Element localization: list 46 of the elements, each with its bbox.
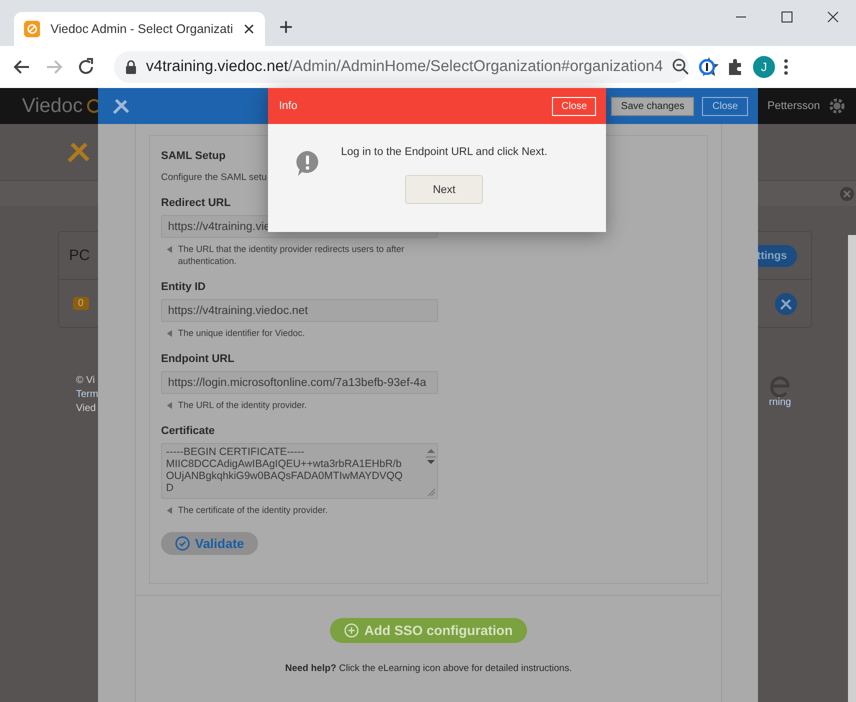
certificate-field[interactable]: -----BEGIN CERTIFICATE----- MIIC8DCCAdigAwIBAgIQEU++wta3rbRA1EHbR/b OUjANBgkqhkiG9w0BAQsFADA0MTIwMAYDVQQ D [161,443,438,499]
settings-icon[interactable] [828,97,846,115]
field-hint: The URL that the identity provider redirects users to after authentication. [178,243,406,267]
save-button[interactable]: Save changes [611,96,694,116]
elearning-link[interactable]: rning [768,397,792,408]
field-hint: The URL of the identity provider. [178,399,307,411]
field-hint: The unique identifier for Viedoc. [178,327,305,339]
field-label: Certificate [161,425,215,437]
app-logo-icon [24,20,40,38]
field-label: Endpoint URL [161,353,234,365]
section-hint: Configure the SAML setu [161,172,267,183]
footer-text: © Vi [76,375,96,386]
field-label: Redirect URL [161,197,231,209]
dialog-message: Log in to the Endpoint URL and click Next. [341,146,548,158]
caret-icon [167,330,172,337]
next-button[interactable]: Next [405,175,484,204]
new-tab-button[interactable]: + [273,14,300,42]
caret-icon [167,507,172,514]
lock-icon [124,59,138,75]
text-field[interactable]: https://login.microsoftonline.com/7a13befb-93ef-4a [161,371,438,394]
dialog-title: Info [279,100,298,112]
tab-title: Viedoc Admin - Select Organizati [50,22,233,36]
field-hint: The certificate of the identity provider. [178,504,328,516]
plus-circle-icon [344,623,360,638]
close-icon[interactable] [243,23,255,35]
scrollbar[interactable] [848,235,856,702]
profile-avatar[interactable]: J [753,56,775,78]
close-button[interactable]: Close [702,96,748,116]
close-button[interactable]: Close [552,96,596,116]
user-name[interactable]: Pettersson [767,100,820,112]
browser-tab[interactable]: Viedoc Admin - Select Organizati [14,12,265,46]
menu-icon[interactable] [783,57,789,77]
zoom-out-icon[interactable] [670,57,691,77]
text-field[interactable]: https://v4training.viedoc.net [161,299,438,322]
app-logo[interactable]: Viedoc [22,94,83,118]
help-text: Need help? Click the eLearning icon above for detailed instructions. [285,663,572,674]
footer-text: Vied [76,403,97,414]
footer-link[interactable]: Term [76,389,98,400]
card-title: PC [69,247,90,264]
section-title: SAML Setup [161,150,226,162]
field-label: Entity ID [161,281,206,293]
caret-icon [167,246,172,253]
count-badge: 0 [73,297,89,310]
caret-icon [167,402,172,409]
check-circle-icon [175,536,190,551]
exclamation-bubble-icon [294,149,321,177]
